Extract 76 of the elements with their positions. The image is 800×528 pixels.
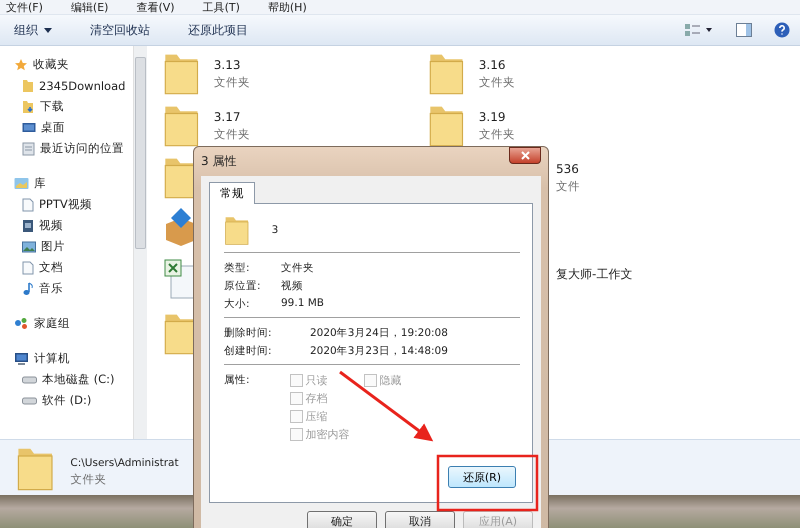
dialog-button[interactable]: 确定 [307,511,377,528]
folder-icon [224,214,250,246]
nav-item[interactable]: 下载 [0,96,133,117]
folder-name: 3 [272,224,278,236]
property-label: 大小: [224,297,251,311]
caret-icon [44,28,52,32]
nav-item[interactable]: 库 [0,173,133,194]
drive-icon [22,396,37,406]
tab[interactable]: 常规 [209,182,255,204]
close-icon [520,151,530,160]
toolbar-button[interactable]: 组织 [10,20,56,40]
item-name[interactable]: 3.19 [478,110,515,124]
property-value: 2020年3月23日，14:48:09 [310,344,449,358]
network-icon [14,317,29,330]
attributes-label: 属性: [224,373,250,388]
item-name[interactable]: 复大师-工作文 [556,266,632,283]
menu-item[interactable]: 编辑(E) [70,1,108,14]
property-value: 视频 [281,279,304,293]
nav-item[interactable]: 2345Download [0,75,133,96]
view-options-icon[interactable] [684,23,714,37]
property-value: 99.1 MB [281,297,325,311]
download-folder-icon [22,100,35,114]
nav-item[interactable]: 音乐 [0,278,133,299]
nav-item[interactable]: 图片 [0,236,133,257]
nav-item[interactable]: 计算机 [0,348,133,369]
toolbar-button[interactable]: 还原此项目 [184,20,252,40]
help-icon[interactable] [774,22,790,38]
monitor-icon [22,122,36,134]
nav-item[interactable]: 最近访问的位置 [0,138,133,159]
document-icon [22,260,34,274]
menu-item[interactable]: 帮助(H) [268,1,307,14]
nav-item[interactable]: 软件 (D:) [0,390,133,411]
property-label: 类型: [224,261,251,275]
property-label: 原位置: [224,279,262,293]
star-icon [14,58,28,72]
dialog-button[interactable]: 取消 [385,511,455,528]
details-path: C:\Users\Administrat [70,456,179,468]
item-name[interactable]: 3.17 [214,110,250,124]
menu-item[interactable]: 查看(V) [136,1,175,14]
item-type: 文件夹 [214,127,250,142]
library-icon [14,177,29,190]
nav-item[interactable]: 本地磁盘 (C:) [0,369,133,390]
nav-item[interactable]: 桌面 [0,117,133,138]
preview-pane-icon[interactable] [736,23,752,37]
property-label: 删除时间: [224,326,273,340]
item-type: 文件夹 [478,127,515,142]
scrollbar[interactable] [133,46,147,439]
folder-icon [22,78,34,92]
dialog-title: 3 属性 [201,153,236,170]
computer-icon [14,352,29,366]
picture-icon [22,240,36,252]
menu-item[interactable]: 工具(T) [202,1,240,14]
menu-item[interactable]: 文件(F) [6,1,43,14]
video-icon [22,218,34,232]
property-value: 文件夹 [281,261,315,275]
nav-item[interactable]: 视频 [0,215,133,236]
toolbar-button[interactable]: 清空回收站 [86,20,154,40]
item-name[interactable]: 3.13 [214,58,250,72]
property-label: 创建时间: [224,344,273,358]
nav-item[interactable]: 文档 [0,257,133,278]
drive-icon [22,374,37,384]
item-type: 文件夹 [478,75,515,90]
item-type: 文件夹 [214,75,250,90]
document-icon [22,198,34,212]
item-name[interactable]: 3.16 [478,58,515,72]
item-type: 文件 [556,179,580,194]
restore-button[interactable]: 还原(R) [448,466,516,488]
item-name[interactable]: 536 [556,162,580,176]
close-button[interactable] [509,147,541,164]
property-value: 2020年3月24日，19:20:08 [310,326,449,340]
music-note-icon [22,282,34,296]
nav-item[interactable]: 收藏夹 [0,54,133,75]
details-type: 文件夹 [70,472,108,486]
document-icon [22,142,35,156]
nav-item[interactable]: 家庭组 [0,313,133,334]
nav-item[interactable]: PPTV视频 [0,194,133,215]
